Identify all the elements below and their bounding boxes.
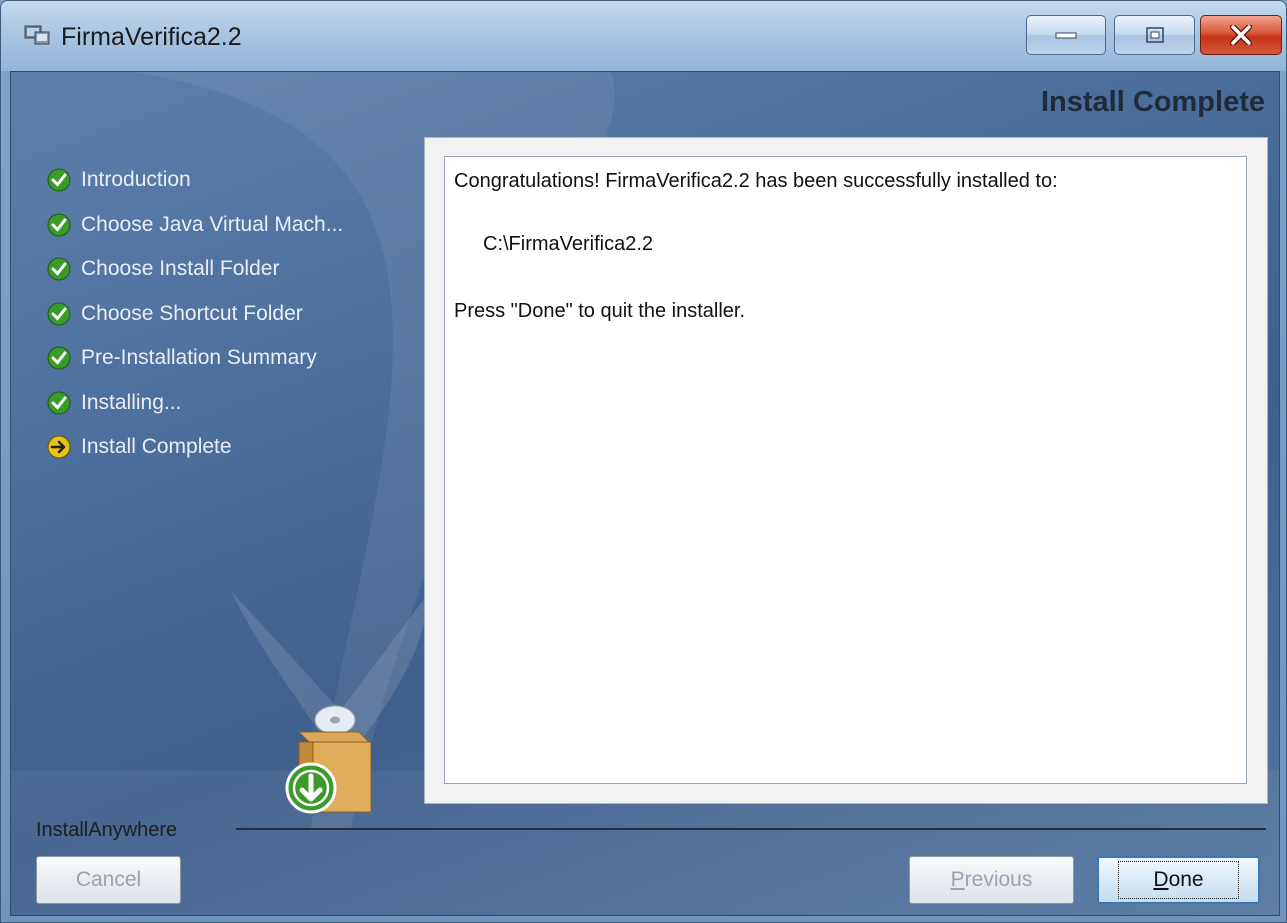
- content-panel: Congratulations! FirmaVerifica2.2 has be…: [424, 137, 1268, 804]
- done-button[interactable]: Done: [1097, 856, 1260, 904]
- success-message: Congratulations! FirmaVerifica2.2 has be…: [454, 170, 1058, 192]
- minimize-icon: [1055, 32, 1077, 39]
- step-item: Introduction: [47, 158, 343, 203]
- maximize-icon: [1145, 27, 1164, 43]
- brand-label: InstallAnywhere: [36, 819, 178, 841]
- check-icon: [47, 302, 71, 326]
- done-label-rest: one: [1168, 868, 1204, 891]
- step-item: Choose Shortcut Folder: [47, 292, 343, 337]
- done-instruction: Press "Done" to quit the installer.: [454, 300, 746, 322]
- cancel-label: Cancel: [75, 868, 142, 891]
- step-item: Pre-Installation Summary: [47, 336, 343, 381]
- step-item: Choose Install Folder: [47, 247, 343, 292]
- step-label: Choose Install Folder: [81, 257, 280, 281]
- title-bar[interactable]: FirmaVerifica2.2: [1, 1, 1286, 71]
- previous-label: Previous: [951, 868, 1033, 892]
- step-label: Installing...: [81, 390, 182, 414]
- message-area: Congratulations! FirmaVerifica2.2 has be…: [444, 156, 1247, 784]
- step-label: Choose Shortcut Folder: [81, 301, 303, 325]
- check-icon: [47, 213, 71, 237]
- cancel-button[interactable]: Cancel: [36, 856, 181, 904]
- check-icon: [47, 391, 71, 415]
- done-mnemonic: D: [1153, 868, 1169, 891]
- step-label: Introduction: [81, 168, 191, 192]
- maximize-button[interactable]: [1114, 15, 1195, 55]
- installer-window: FirmaVerifica2.2 Install Complete Introd…: [0, 0, 1287, 923]
- window-title: FirmaVerifica2.2: [61, 23, 242, 51]
- previous-button[interactable]: Previous: [909, 856, 1074, 904]
- step-label: Pre-Installation Summary: [81, 346, 317, 370]
- previous-label-rest: revious: [964, 868, 1033, 891]
- step-item: Installing...: [47, 381, 343, 426]
- step-item-current: Install Complete: [47, 425, 343, 470]
- arrow-right-icon: [47, 435, 71, 459]
- step-label: Install Complete: [81, 435, 232, 459]
- close-icon: [1230, 25, 1252, 45]
- install-box-icon: [285, 705, 372, 814]
- install-path: C:\FirmaVerifica2.2: [483, 233, 654, 255]
- check-icon: [47, 257, 71, 281]
- page-title: Install Complete: [1041, 86, 1265, 118]
- divider: [236, 828, 1266, 830]
- step-item: Choose Java Virtual Mach...: [47, 203, 343, 248]
- check-icon: [47, 346, 71, 370]
- minimize-button[interactable]: [1026, 15, 1106, 55]
- app-icon: [24, 25, 50, 45]
- close-button[interactable]: [1200, 15, 1282, 55]
- done-label: Done: [1118, 861, 1239, 899]
- previous-mnemonic: P: [950, 868, 965, 891]
- steps-list: Introduction Choose Java Virtual Mach...…: [47, 158, 343, 470]
- check-icon: [47, 168, 71, 192]
- step-label: Choose Java Virtual Mach...: [81, 212, 344, 236]
- installer-client-area: Install Complete Introduction Choose Jav…: [10, 71, 1280, 916]
